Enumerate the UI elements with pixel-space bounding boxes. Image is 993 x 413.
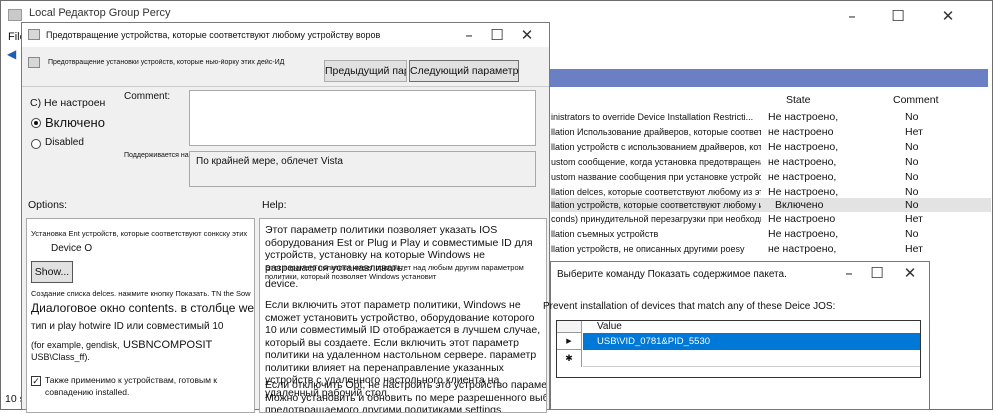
values-grid: Value ▶ USB\VID_0781&PID_5530 ✱ xyxy=(556,320,921,378)
show-contents-dialog: Выберите команду Показать содержимое пак… xyxy=(543,261,933,410)
main-maximize-button[interactable]: ☐ xyxy=(875,5,921,27)
policy-dialog-title: Предотвращение устройства, которые соотв… xyxy=(46,30,381,40)
table-row[interactable]: ustom сообщение, когда установка предотв… xyxy=(551,155,991,169)
previous-setting-button[interactable]: Предыдущий параметр xyxy=(324,60,407,82)
grid-header-corner xyxy=(557,321,582,333)
policy-dialog-icon xyxy=(28,29,40,40)
policy-header-icon xyxy=(28,57,40,68)
next-setting-button[interactable]: Следующий параметр xyxy=(409,60,519,82)
table-row[interactable]: llation съемных устройств Не настроено, No xyxy=(551,227,991,241)
back-arrow-icon[interactable]: ◀ xyxy=(7,47,16,61)
radio-disabled-label[interactable]: Disabled xyxy=(45,137,84,148)
show-button[interactable]: Show... xyxy=(31,261,73,283)
options-line4: тип и play hotwire ID или совместимый 10 xyxy=(31,321,224,332)
table-row[interactable]: llation delces, которые соответствуют лю… xyxy=(551,185,991,199)
grid-row-header: ▶ xyxy=(557,333,582,350)
help-paragraph-1-small: Этот параметр политики имеет приоритет н… xyxy=(265,263,524,281)
options-line6: USB\Class_ff). xyxy=(31,352,90,362)
grid-cell-selected[interactable]: USB\VID_0781&PID_5530 xyxy=(583,333,920,350)
table-row-selected[interactable]: llation устройств, которые соответствуют… xyxy=(551,198,991,212)
options-line2: Создание списка delces. нажмите кнопку П… xyxy=(31,289,251,298)
list-header-bar xyxy=(542,69,988,87)
table-row[interactable]: ustom название сообщения при установке у… xyxy=(551,170,991,184)
options-panel: Установка Ent устройств, которые соответ… xyxy=(26,218,255,413)
show-dialog-title: Выберите команду Показать содержимое пак… xyxy=(557,269,787,280)
show-dialog-label: Prevent installation of devices that mat… xyxy=(543,301,836,312)
policy-subtitle: Предотвращение установки устройств, кото… xyxy=(48,59,285,66)
help-paragraph-1-end: device. xyxy=(265,278,299,290)
help-panel: Этот параметр политики позволяет указать… xyxy=(259,218,547,413)
help-paragraph-3: Если отключить Opt, не настроить это уст… xyxy=(265,379,547,413)
grid-new-row-header: ✱ xyxy=(557,350,582,367)
help-label: Help: xyxy=(262,199,287,211)
options-line1: Установка Ent устройств, которые соответ… xyxy=(31,229,248,238)
policy-dialog: Предотвращение устройства, которые соотв… xyxy=(21,22,550,413)
column-state[interactable]: State xyxy=(786,94,811,106)
separator xyxy=(22,86,549,87)
table-row[interactable]: llation устройств с использованием драйв… xyxy=(551,140,991,154)
table-row[interactable]: llation устройств, не описанных другими … xyxy=(551,242,991,256)
main-title: Local Редактор Group Percy xyxy=(29,7,171,19)
radio-enabled[interactable] xyxy=(31,118,41,128)
table-row[interactable]: llation Использование драйверов, которые… xyxy=(551,125,991,139)
supported-value: По крайней мере, облечет Vista xyxy=(196,156,343,167)
column-comment[interactable]: Comment xyxy=(893,94,939,106)
options-line5: (for example, gendisk, xyxy=(31,340,120,350)
app-icon xyxy=(8,9,22,21)
checkbox-label[interactable]: Также применимо к устройствам, готовым к… xyxy=(45,374,250,398)
radio-disabled[interactable] xyxy=(31,139,41,149)
supported-label: Поддерживается на: xyxy=(124,152,191,159)
radio-not-configured-label[interactable]: С) Не настроен xyxy=(30,97,105,109)
options-line5b: USBNCOMPOSIT xyxy=(123,339,213,351)
supported-value-box: По крайней мере, облечет Vista xyxy=(189,151,536,187)
options-line3: Диалоговое окно contents. в столбце wee. xyxy=(31,301,255,315)
checkbox[interactable]: ✓ xyxy=(31,376,41,386)
table-row[interactable]: conds) принудительной перезагрузки при н… xyxy=(551,212,991,226)
show-close-button[interactable]: ✕ xyxy=(887,262,933,284)
policy-list: inistrators to override Device Installat… xyxy=(551,110,991,260)
table-row[interactable]: inistrators to override Device Installat… xyxy=(551,110,991,124)
value-column-header[interactable]: Value xyxy=(597,321,622,332)
main-close-button[interactable]: ✕ xyxy=(925,5,971,27)
options-label: Options: xyxy=(28,199,68,211)
policy-close-button[interactable]: ✕ xyxy=(504,24,550,46)
radio-enabled-label[interactable]: Включено xyxy=(45,115,105,130)
options-line1b: Device О xyxy=(51,243,93,254)
grid-cell-new[interactable] xyxy=(583,350,920,367)
comment-textarea[interactable] xyxy=(189,90,536,146)
comment-label: Comment: xyxy=(124,91,171,102)
main-minimize-button[interactable]: – xyxy=(829,5,875,27)
